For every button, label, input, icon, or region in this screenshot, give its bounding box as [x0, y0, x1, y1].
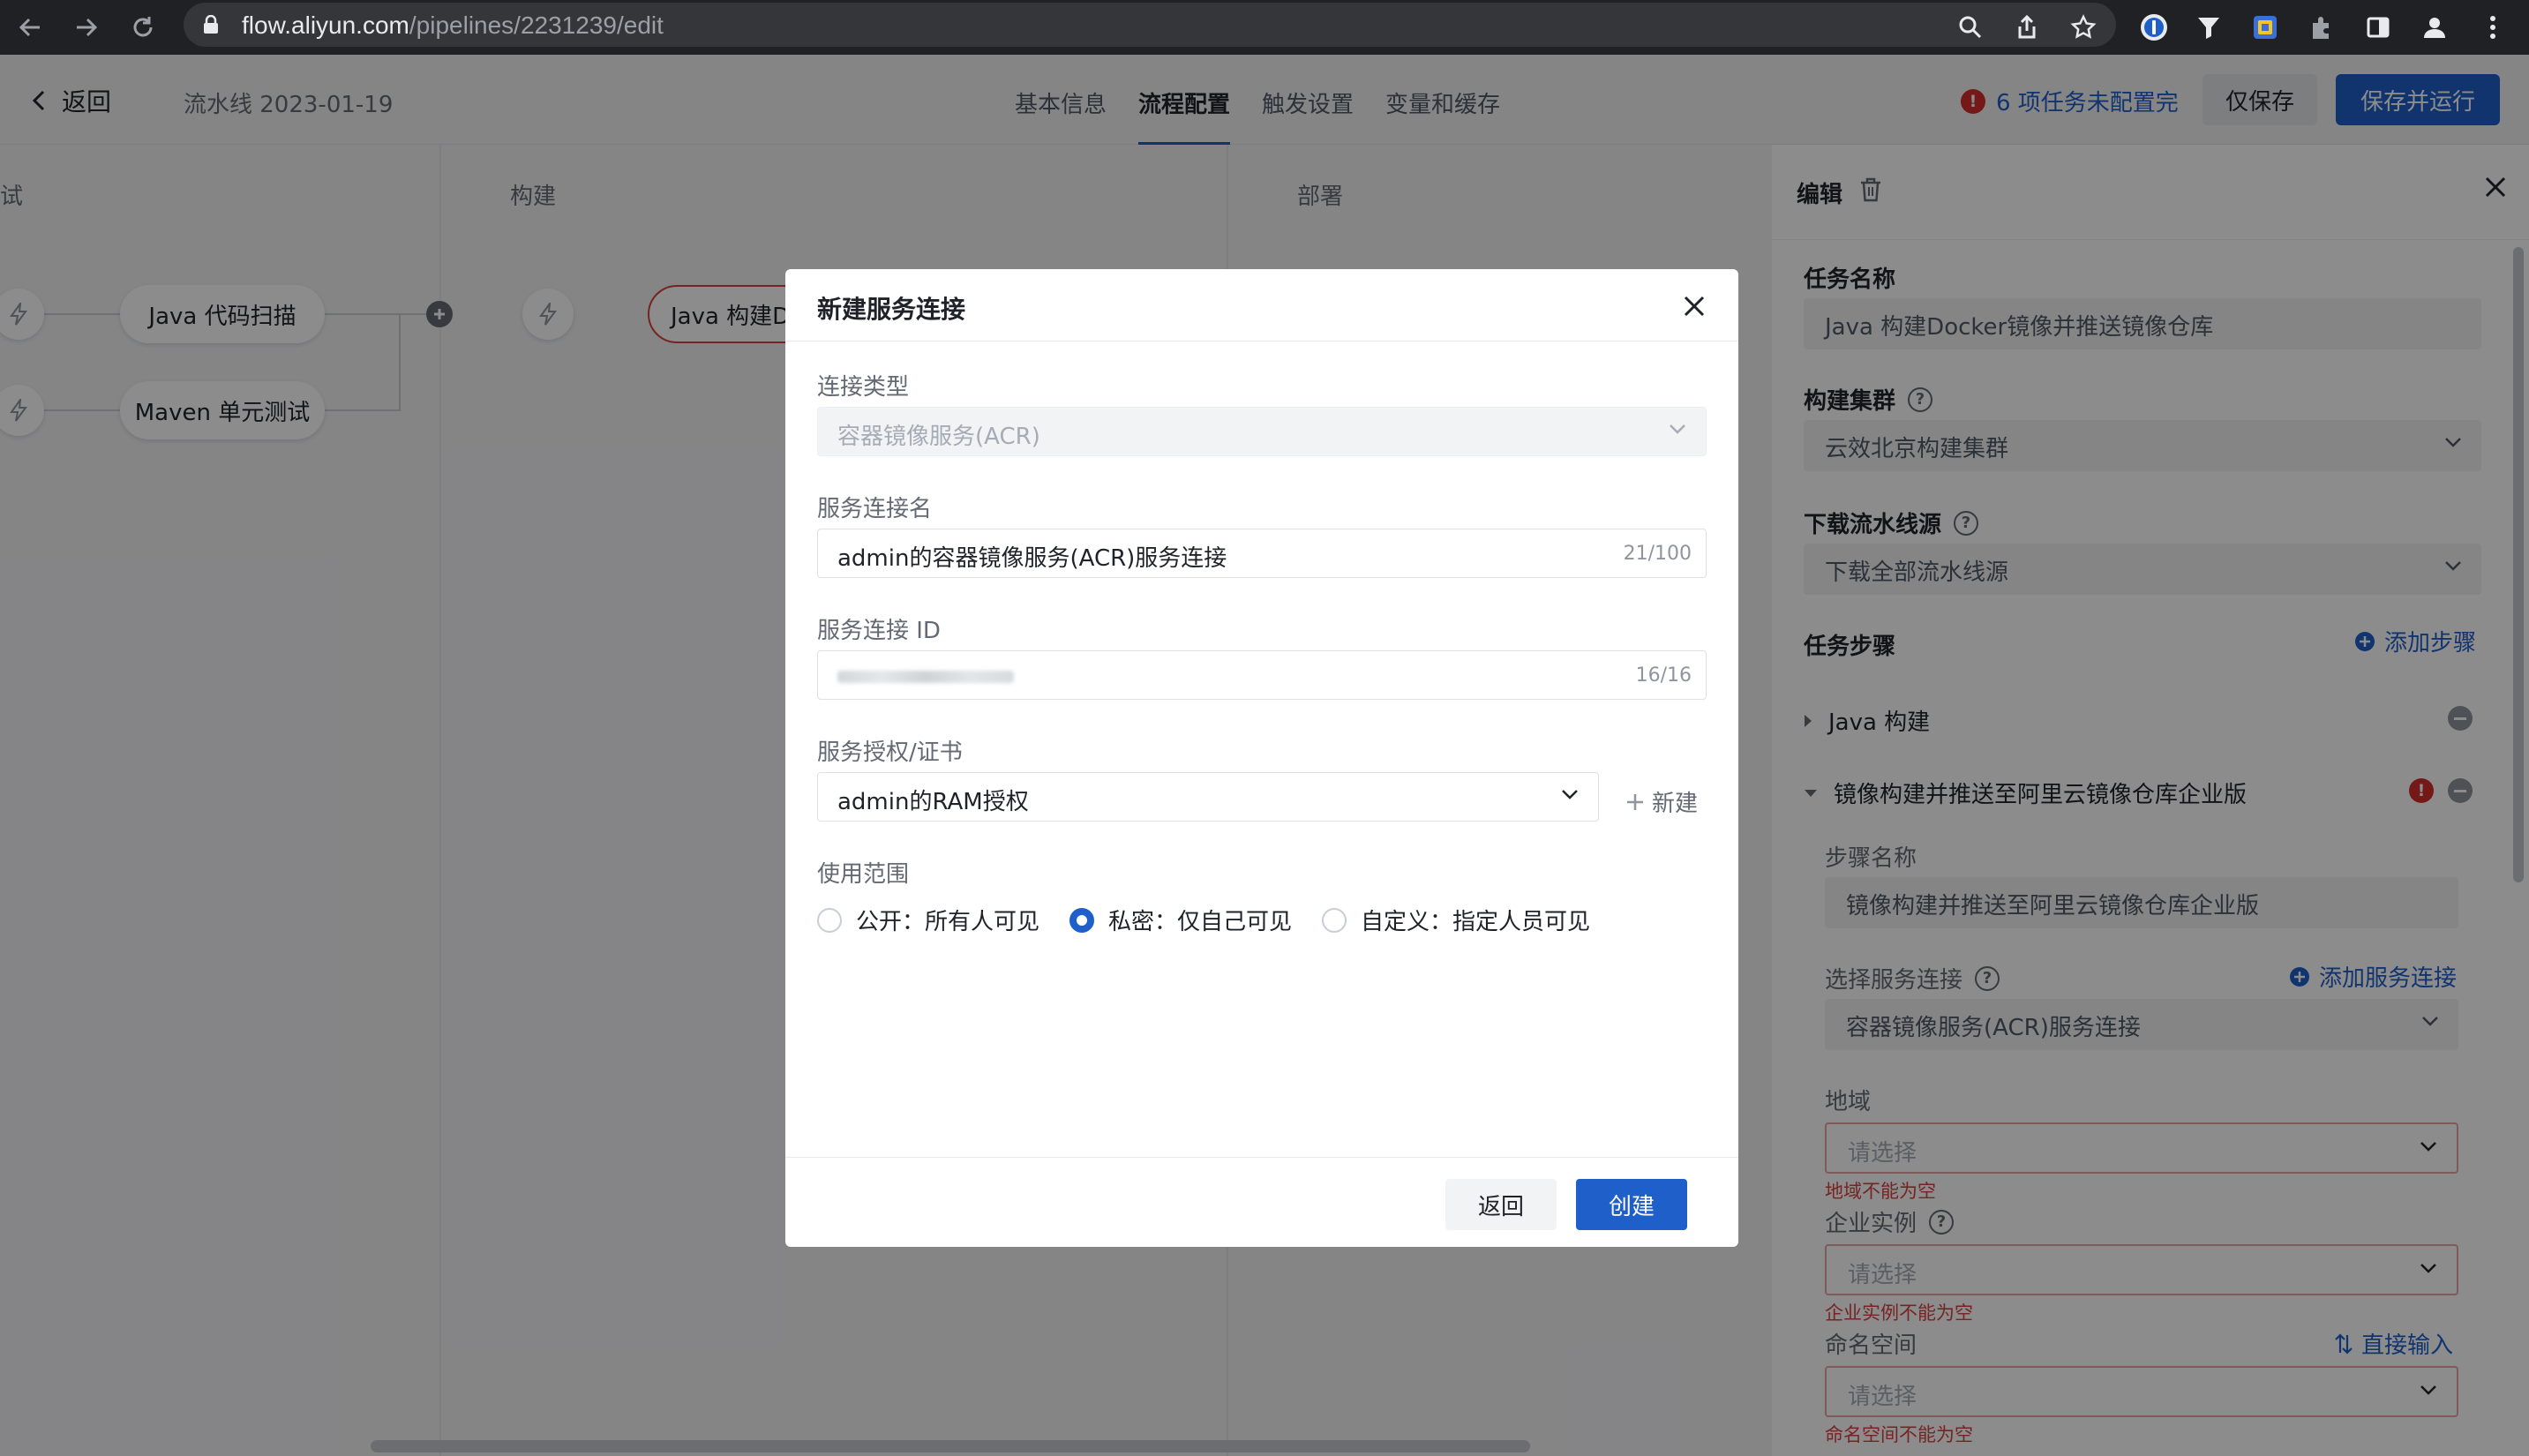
reload-icon[interactable] — [125, 10, 161, 45]
plus-icon — [1625, 792, 1645, 812]
filter-icon[interactable] — [2190, 9, 2227, 46]
radio-button[interactable] — [817, 907, 842, 933]
connection-name-input[interactable]: admin的容器镜像服务(ACR)服务连接 21/100 — [817, 529, 1707, 578]
lock-icon — [203, 15, 219, 34]
address-bar[interactable]: flow.aliyun.com/pipelines/2231239/edit — [184, 3, 2116, 47]
dialog-header: 新建服务连接 — [785, 269, 1738, 341]
chevron-down-icon — [1561, 789, 1579, 799]
forward-arrow-icon[interactable] — [69, 10, 104, 45]
share-icon[interactable] — [2008, 9, 2045, 46]
connection-id-label: 服务连接 ID — [817, 618, 941, 644]
authorization-label: 服务授权/证书 — [817, 739, 963, 766]
sidebar-icon[interactable] — [2360, 9, 2397, 46]
new-service-connection-dialog: 新建服务连接 连接类型 容器镜像服务(ACR) 服务连接名 admin的容器镜像… — [785, 269, 1738, 1247]
password-manager-icon[interactable] — [2135, 9, 2173, 46]
url-text: flow.aliyun.com/pipelines/2231239/edit — [242, 11, 664, 39]
browser-chrome: flow.aliyun.com/pipelines/2231239/edit — [0, 0, 2529, 55]
translate-icon[interactable] — [2247, 9, 2284, 46]
radio-label: 自定义：指定人员可见 — [1361, 909, 1591, 935]
scope-custom-radio[interactable]: 自定义：指定人员可见 — [1322, 904, 1590, 936]
scope-private-radio[interactable]: 私密：仅自己可见 — [1069, 904, 1292, 936]
menu-dots-icon[interactable] — [2474, 9, 2511, 46]
dialog-title: 新建服务连接 — [817, 295, 966, 324]
new-authorization-link[interactable]: 新建 — [1625, 785, 1698, 818]
char-counter: 16/16 — [1635, 664, 1692, 687]
close-icon[interactable] — [1677, 289, 1712, 324]
star-icon[interactable] — [2065, 9, 2102, 46]
redacted-value — [837, 671, 1014, 683]
connection-name-label: 服务连接名 — [817, 496, 933, 522]
radio-button[interactable] — [1322, 907, 1347, 933]
chevron-down-icon — [1669, 424, 1686, 434]
connection-type-select: 容器镜像服务(ACR) — [817, 407, 1707, 456]
dialog-footer: 返回 创建 — [785, 1157, 1738, 1247]
dialog-back-button[interactable]: 返回 — [1445, 1179, 1557, 1230]
scope-radio-group: 公开：所有人可见 私密：仅自己可见 自定义：指定人员可见 — [817, 904, 1590, 936]
radio-button-selected[interactable] — [1069, 907, 1095, 933]
authorization-select[interactable]: admin的RAM授权 — [817, 772, 1599, 822]
scope-label: 使用范围 — [817, 861, 910, 888]
radio-label: 公开：所有人可见 — [856, 909, 1040, 935]
radio-label: 私密：仅自己可见 — [1108, 909, 1293, 935]
char-counter: 21/100 — [1623, 543, 1692, 565]
profile-icon[interactable] — [2416, 9, 2453, 46]
connection-type-label: 连接类型 — [817, 374, 910, 401]
create-button[interactable]: 创建 — [1576, 1179, 1687, 1230]
scope-public-radio[interactable]: 公开：所有人可见 — [817, 904, 1039, 936]
extensions-icon[interactable] — [2303, 9, 2340, 46]
new-label: 新建 — [1652, 791, 1699, 817]
connection-id-input[interactable]: 16/16 — [817, 650, 1707, 700]
back-arrow-icon[interactable] — [12, 10, 48, 45]
zoom-icon[interactable] — [1952, 9, 1989, 46]
